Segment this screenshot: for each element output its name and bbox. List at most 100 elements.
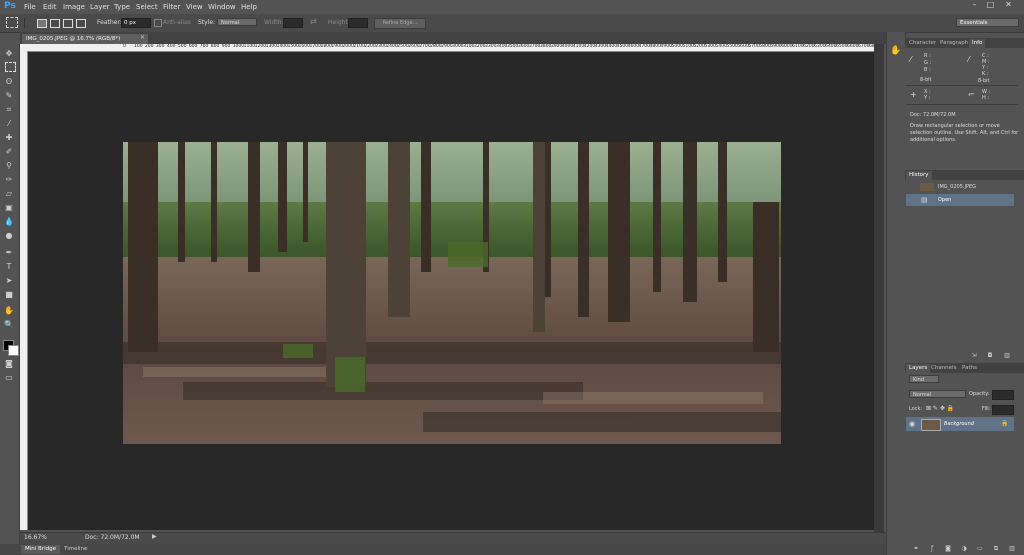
layer-filter-kind[interactable]: Kind (909, 375, 939, 383)
swap-icon[interactable]: ⇄ (310, 17, 317, 26)
menu-image[interactable]: Image (63, 3, 85, 11)
fill-input[interactable] (992, 405, 1014, 415)
dodge-icon[interactable]: ● (3, 230, 15, 241)
eye-icon[interactable]: ◉ (909, 420, 915, 428)
tab-history[interactable]: History (906, 171, 932, 180)
add-mask-icon[interactable]: ◙ (944, 546, 952, 552)
lasso-icon[interactable]: ʘ (3, 76, 15, 87)
new-group-icon[interactable]: ▭ (976, 546, 984, 552)
ruler-tick: 4800 (649, 44, 661, 49)
crop-icon[interactable]: ⌗ (3, 104, 15, 115)
ruler-tick: 6300 (814, 44, 826, 49)
tab-paragraph[interactable]: Paragraph (937, 39, 971, 48)
document-tab[interactable]: IMG_0205.JPEG @ 16.7% (RGB/8*) (22, 34, 148, 44)
feather-input[interactable]: 0 px (121, 18, 151, 28)
marquee-preset-icon[interactable] (6, 17, 18, 28)
type-icon[interactable]: T (3, 261, 15, 272)
tab-timeline[interactable]: Timeline (60, 545, 91, 554)
hand-icon[interactable]: ✋ (3, 305, 15, 316)
tab-paths[interactable]: Paths (959, 364, 980, 373)
tab-character[interactable]: Character (906, 39, 939, 48)
close-icon[interactable]: ✕ (1002, 0, 1015, 10)
new-document-from-state-icon[interactable]: ⇲ (970, 353, 978, 359)
tab-layers[interactable]: Layers (906, 364, 931, 373)
ruler-tick: 5600 (737, 44, 749, 49)
menu-view[interactable]: View (186, 3, 203, 11)
ruler-tick: 3900 (550, 44, 563, 49)
status-arrow-icon[interactable]: ▶ (152, 533, 157, 540)
ruler-tick: 4200 (583, 44, 596, 49)
add-selection-icon[interactable] (50, 19, 60, 28)
lock-pixels-icon[interactable]: ⊠ ✎ ✥ 🔒 (926, 405, 954, 412)
menu-edit[interactable]: Edit (43, 3, 57, 11)
ruler-tick: 3200 (474, 44, 486, 49)
layer-thumbnail (921, 419, 941, 431)
zoom-icon[interactable]: 🔍 (3, 319, 15, 330)
menu-file[interactable]: File (24, 3, 36, 11)
delete-layer-icon[interactable]: ▥ (1008, 546, 1016, 552)
eraser-icon[interactable]: ▱ (3, 188, 15, 199)
healing-icon[interactable]: ✚ (3, 132, 15, 143)
ruler-tick: 5700 (748, 44, 760, 49)
blend-mode-select[interactable]: Normal (909, 390, 966, 398)
refine-edge-button[interactable]: Refine Edge... (374, 18, 426, 29)
menu-window[interactable]: Window (208, 3, 236, 11)
height-input[interactable] (348, 18, 368, 28)
blur-icon[interactable]: 💧 (3, 216, 15, 227)
eyedropper-icon[interactable]: ⁄ (3, 118, 15, 129)
ruler-tick: 5100 (682, 44, 694, 49)
menu-layer[interactable]: Layer (90, 3, 110, 11)
menu-help[interactable]: Help (241, 3, 257, 11)
move-icon[interactable]: ✥ (3, 48, 15, 59)
subtract-selection-icon[interactable] (63, 19, 73, 28)
history-brush-icon[interactable]: ✑ (3, 174, 15, 185)
shape-icon[interactable]: ■ (3, 289, 15, 300)
camera-snapshot-icon[interactable]: ◘ (986, 353, 994, 359)
info-y-coord: Y : (924, 95, 931, 101)
menu-filter[interactable]: Filter (163, 3, 180, 11)
ruler-tick: 4500 (616, 44, 629, 49)
ruler-tick: 2800 (430, 44, 442, 49)
ruler-tick: 100 (133, 44, 143, 49)
clone-stamp-icon[interactable]: ⚲ (3, 160, 15, 171)
tab-mini-bridge[interactable]: Mini Bridge (21, 545, 60, 554)
ruler-tick: 3500 (506, 44, 519, 49)
background-color-swatch[interactable] (8, 345, 19, 356)
zoom-level[interactable]: 16.67% (24, 534, 47, 541)
tab-info[interactable]: Info (969, 39, 986, 48)
anti-alias-checkbox[interactable] (154, 19, 162, 27)
tab-channels[interactable]: Channels (928, 364, 959, 373)
width-input[interactable] (283, 18, 303, 28)
ruler-tick: 6600 (847, 44, 859, 49)
history-panel-icon[interactable]: ✋ (890, 46, 901, 56)
info-h: H : (982, 95, 990, 101)
menu-select[interactable]: Select (136, 3, 158, 11)
vertical-scrollbar[interactable] (874, 44, 884, 532)
marquee-icon[interactable] (5, 62, 16, 72)
minimize-icon[interactable]: – (968, 0, 981, 10)
path-select-icon[interactable]: ➤ (3, 275, 15, 286)
ruler-tick: 2700 (419, 44, 431, 49)
opacity-input[interactable] (992, 390, 1014, 400)
new-layer-icon[interactable]: ⧉ (992, 546, 1000, 552)
style-select[interactable]: Normal (217, 18, 257, 26)
menu-type[interactable]: Type (114, 3, 130, 11)
ruler-tick: 4600 (627, 44, 640, 49)
trash-icon[interactable]: ▥ (1003, 353, 1011, 359)
fx-icon[interactable]: ƒ (928, 546, 936, 552)
new-selection-icon[interactable] (37, 19, 47, 28)
link-layers-icon[interactable]: ⚭ (912, 546, 920, 552)
close-tab-icon[interactable]: × (140, 34, 145, 41)
ruler-tick: 1500 (287, 44, 299, 49)
gradient-icon[interactable]: ▣ (3, 202, 15, 213)
quick-mask-icon[interactable]: ◙ (3, 358, 15, 369)
adjustment-layer-icon[interactable]: ◑ (960, 546, 968, 552)
pen-icon[interactable]: ✒ (3, 247, 15, 258)
workspace-select[interactable]: Essentials (956, 18, 1019, 27)
quick-select-icon[interactable]: ✎ (3, 90, 15, 101)
info-divider-2 (906, 104, 1018, 105)
screen-mode-icon[interactable]: ▭ (3, 372, 15, 383)
brush-icon[interactable]: ✐ (3, 146, 15, 157)
maximize-icon[interactable]: □ (984, 0, 997, 10)
intersect-selection-icon[interactable] (76, 19, 86, 28)
